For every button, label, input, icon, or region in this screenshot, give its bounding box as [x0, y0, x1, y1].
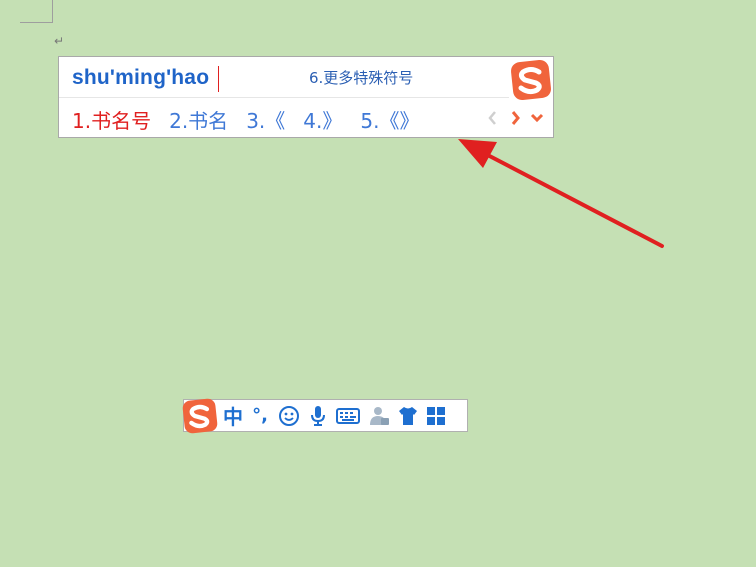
sogou-logo-icon[interactable] [180, 398, 220, 433]
punctuation-toggle[interactable]: °, [246, 400, 274, 431]
chinese-mode-toggle[interactable]: 中 [220, 400, 246, 431]
red-arrow-annotation [458, 139, 664, 248]
skin-icon[interactable] [394, 400, 422, 431]
microphone-icon[interactable] [304, 400, 332, 431]
ime-status-bar: 中 °, [180, 398, 468, 433]
user-icon[interactable] [364, 400, 394, 431]
keyboard-icon[interactable] [332, 400, 364, 431]
emoji-icon[interactable] [274, 400, 304, 431]
toolbox-icon[interactable] [422, 400, 450, 431]
